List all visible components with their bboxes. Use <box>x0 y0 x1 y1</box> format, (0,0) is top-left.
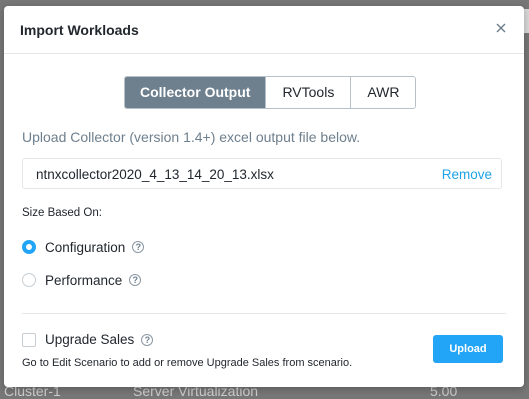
tab-collector-output[interactable]: Collector Output <box>125 77 266 108</box>
selected-file-row: ntnxcollector2020_4_13_14_20_13.xlsx Rem… <box>22 158 502 189</box>
size-based-on-label: Size Based On: <box>22 207 102 219</box>
upgrade-sales-option[interactable]: Upgrade Sales ? <box>22 332 154 347</box>
help-icon[interactable]: ? <box>141 333 154 346</box>
upload-button[interactable]: Upload <box>433 335 503 363</box>
radio-option-performance[interactable]: Performance ? <box>22 272 142 288</box>
import-source-tabs: Collector Output RVTools AWR <box>124 76 417 109</box>
upgrade-sales-label[interactable]: Upgrade Sales <box>45 332 134 347</box>
performance-radio[interactable] <box>22 273 36 287</box>
help-icon[interactable]: ? <box>132 241 145 253</box>
tab-awr[interactable]: AWR <box>350 77 416 108</box>
import-workloads-modal: Import Workloads Collector Output RVTool… <box>4 6 524 387</box>
close-icon[interactable] <box>494 21 508 35</box>
performance-label[interactable]: Performance <box>45 273 122 288</box>
modal-header: Import Workloads <box>4 6 524 54</box>
help-icon[interactable]: ? <box>129 274 142 286</box>
upgrade-sales-checkbox[interactable] <box>22 332 36 347</box>
modal-title: Import Workloads <box>20 22 139 38</box>
upgrade-sales-note: Go to Edit Scenario to add or remove Upg… <box>22 357 353 369</box>
selected-file-name: ntnxcollector2020_4_13_14_20_13.xlsx <box>36 167 274 182</box>
configuration-label[interactable]: Configuration <box>45 240 125 255</box>
divider <box>22 313 506 314</box>
radio-option-configuration[interactable]: Configuration ? <box>22 239 145 255</box>
tab-rvtools[interactable]: RVTools <box>265 77 351 108</box>
upload-instruction: Upload Collector (version 1.4+) excel ou… <box>22 129 361 145</box>
configuration-radio[interactable] <box>22 240 36 254</box>
remove-file-link[interactable]: Remove <box>442 167 492 182</box>
